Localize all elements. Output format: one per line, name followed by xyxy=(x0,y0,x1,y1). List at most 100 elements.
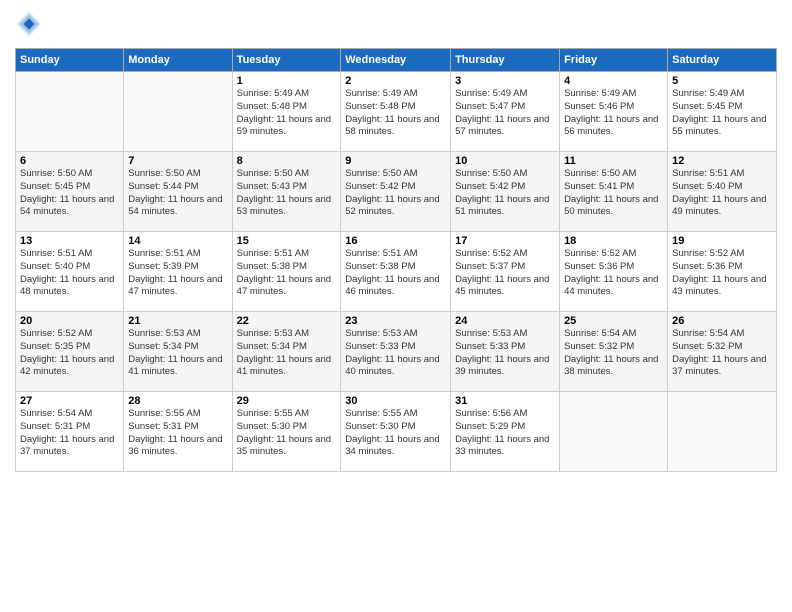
day-info: Sunrise: 5:49 AM Sunset: 5:46 PM Dayligh… xyxy=(564,88,663,139)
weekday-header-tuesday: Tuesday xyxy=(232,49,341,72)
day-info: Sunrise: 5:52 AM Sunset: 5:36 PM Dayligh… xyxy=(564,248,663,299)
day-info: Sunrise: 5:50 AM Sunset: 5:42 PM Dayligh… xyxy=(345,168,446,219)
page-container: SundayMondayTuesdayWednesdayThursdayFrid… xyxy=(0,0,792,612)
day-cell: 11Sunrise: 5:50 AM Sunset: 5:41 PM Dayli… xyxy=(560,152,668,232)
day-cell: 24Sunrise: 5:53 AM Sunset: 5:33 PM Dayli… xyxy=(451,312,560,392)
day-cell: 1Sunrise: 5:49 AM Sunset: 5:48 PM Daylig… xyxy=(232,72,341,152)
day-number: 25 xyxy=(564,315,663,327)
day-number: 18 xyxy=(564,235,663,247)
day-number: 6 xyxy=(20,155,119,167)
day-cell: 10Sunrise: 5:50 AM Sunset: 5:42 PM Dayli… xyxy=(451,152,560,232)
day-number: 10 xyxy=(455,155,555,167)
day-number: 22 xyxy=(237,315,337,327)
day-cell: 26Sunrise: 5:54 AM Sunset: 5:32 PM Dayli… xyxy=(668,312,777,392)
day-info: Sunrise: 5:50 AM Sunset: 5:43 PM Dayligh… xyxy=(237,168,337,219)
day-cell xyxy=(16,72,124,152)
day-cell: 22Sunrise: 5:53 AM Sunset: 5:34 PM Dayli… xyxy=(232,312,341,392)
week-row-3: 13Sunrise: 5:51 AM Sunset: 5:40 PM Dayli… xyxy=(16,232,777,312)
day-cell: 29Sunrise: 5:55 AM Sunset: 5:30 PM Dayli… xyxy=(232,392,341,472)
day-info: Sunrise: 5:51 AM Sunset: 5:38 PM Dayligh… xyxy=(237,248,337,299)
day-info: Sunrise: 5:53 AM Sunset: 5:34 PM Dayligh… xyxy=(128,328,227,379)
day-info: Sunrise: 5:53 AM Sunset: 5:34 PM Dayligh… xyxy=(237,328,337,379)
day-info: Sunrise: 5:50 AM Sunset: 5:42 PM Dayligh… xyxy=(455,168,555,219)
day-info: Sunrise: 5:53 AM Sunset: 5:33 PM Dayligh… xyxy=(345,328,446,379)
day-cell xyxy=(668,392,777,472)
weekday-header-monday: Monday xyxy=(124,49,232,72)
weekday-header-row: SundayMondayTuesdayWednesdayThursdayFrid… xyxy=(16,49,777,72)
day-number: 16 xyxy=(345,235,446,247)
day-number: 31 xyxy=(455,395,555,407)
day-cell: 3Sunrise: 5:49 AM Sunset: 5:47 PM Daylig… xyxy=(451,72,560,152)
day-number: 13 xyxy=(20,235,119,247)
day-number: 15 xyxy=(237,235,337,247)
day-cell: 20Sunrise: 5:52 AM Sunset: 5:35 PM Dayli… xyxy=(16,312,124,392)
day-info: Sunrise: 5:49 AM Sunset: 5:48 PM Dayligh… xyxy=(237,88,337,139)
day-info: Sunrise: 5:51 AM Sunset: 5:38 PM Dayligh… xyxy=(345,248,446,299)
day-cell: 18Sunrise: 5:52 AM Sunset: 5:36 PM Dayli… xyxy=(560,232,668,312)
day-cell xyxy=(124,72,232,152)
logo-icon xyxy=(15,10,43,38)
week-row-5: 27Sunrise: 5:54 AM Sunset: 5:31 PM Dayli… xyxy=(16,392,777,472)
header xyxy=(15,10,777,38)
day-number: 27 xyxy=(20,395,119,407)
day-cell: 17Sunrise: 5:52 AM Sunset: 5:37 PM Dayli… xyxy=(451,232,560,312)
day-info: Sunrise: 5:49 AM Sunset: 5:45 PM Dayligh… xyxy=(672,88,772,139)
weekday-header-saturday: Saturday xyxy=(668,49,777,72)
day-info: Sunrise: 5:55 AM Sunset: 5:30 PM Dayligh… xyxy=(237,408,337,459)
day-cell: 5Sunrise: 5:49 AM Sunset: 5:45 PM Daylig… xyxy=(668,72,777,152)
day-number: 30 xyxy=(345,395,446,407)
day-cell: 21Sunrise: 5:53 AM Sunset: 5:34 PM Dayli… xyxy=(124,312,232,392)
day-info: Sunrise: 5:52 AM Sunset: 5:37 PM Dayligh… xyxy=(455,248,555,299)
day-number: 26 xyxy=(672,315,772,327)
day-number: 19 xyxy=(672,235,772,247)
day-cell: 31Sunrise: 5:56 AM Sunset: 5:29 PM Dayli… xyxy=(451,392,560,472)
day-info: Sunrise: 5:50 AM Sunset: 5:41 PM Dayligh… xyxy=(564,168,663,219)
day-info: Sunrise: 5:51 AM Sunset: 5:39 PM Dayligh… xyxy=(128,248,227,299)
day-cell: 6Sunrise: 5:50 AM Sunset: 5:45 PM Daylig… xyxy=(16,152,124,232)
day-cell: 25Sunrise: 5:54 AM Sunset: 5:32 PM Dayli… xyxy=(560,312,668,392)
day-number: 24 xyxy=(455,315,555,327)
day-cell: 13Sunrise: 5:51 AM Sunset: 5:40 PM Dayli… xyxy=(16,232,124,312)
day-info: Sunrise: 5:51 AM Sunset: 5:40 PM Dayligh… xyxy=(20,248,119,299)
day-number: 14 xyxy=(128,235,227,247)
day-number: 23 xyxy=(345,315,446,327)
day-cell: 19Sunrise: 5:52 AM Sunset: 5:36 PM Dayli… xyxy=(668,232,777,312)
day-info: Sunrise: 5:56 AM Sunset: 5:29 PM Dayligh… xyxy=(455,408,555,459)
day-number: 11 xyxy=(564,155,663,167)
weekday-header-friday: Friday xyxy=(560,49,668,72)
day-cell: 28Sunrise: 5:55 AM Sunset: 5:31 PM Dayli… xyxy=(124,392,232,472)
day-cell: 14Sunrise: 5:51 AM Sunset: 5:39 PM Dayli… xyxy=(124,232,232,312)
weekday-header-thursday: Thursday xyxy=(451,49,560,72)
calendar-table: SundayMondayTuesdayWednesdayThursdayFrid… xyxy=(15,48,777,472)
day-info: Sunrise: 5:54 AM Sunset: 5:32 PM Dayligh… xyxy=(564,328,663,379)
day-info: Sunrise: 5:50 AM Sunset: 5:44 PM Dayligh… xyxy=(128,168,227,219)
day-cell: 16Sunrise: 5:51 AM Sunset: 5:38 PM Dayli… xyxy=(341,232,451,312)
day-cell: 7Sunrise: 5:50 AM Sunset: 5:44 PM Daylig… xyxy=(124,152,232,232)
day-info: Sunrise: 5:54 AM Sunset: 5:32 PM Dayligh… xyxy=(672,328,772,379)
weekday-header-sunday: Sunday xyxy=(16,49,124,72)
day-number: 12 xyxy=(672,155,772,167)
logo xyxy=(15,10,47,38)
day-info: Sunrise: 5:49 AM Sunset: 5:48 PM Dayligh… xyxy=(345,88,446,139)
day-number: 7 xyxy=(128,155,227,167)
week-row-4: 20Sunrise: 5:52 AM Sunset: 5:35 PM Dayli… xyxy=(16,312,777,392)
day-cell: 30Sunrise: 5:55 AM Sunset: 5:30 PM Dayli… xyxy=(341,392,451,472)
day-number: 5 xyxy=(672,75,772,87)
day-info: Sunrise: 5:52 AM Sunset: 5:35 PM Dayligh… xyxy=(20,328,119,379)
day-cell: 4Sunrise: 5:49 AM Sunset: 5:46 PM Daylig… xyxy=(560,72,668,152)
day-info: Sunrise: 5:51 AM Sunset: 5:40 PM Dayligh… xyxy=(672,168,772,219)
day-cell: 9Sunrise: 5:50 AM Sunset: 5:42 PM Daylig… xyxy=(341,152,451,232)
day-cell: 27Sunrise: 5:54 AM Sunset: 5:31 PM Dayli… xyxy=(16,392,124,472)
day-number: 21 xyxy=(128,315,227,327)
day-number: 3 xyxy=(455,75,555,87)
day-cell xyxy=(560,392,668,472)
day-cell: 15Sunrise: 5:51 AM Sunset: 5:38 PM Dayli… xyxy=(232,232,341,312)
day-cell: 2Sunrise: 5:49 AM Sunset: 5:48 PM Daylig… xyxy=(341,72,451,152)
weekday-header-wednesday: Wednesday xyxy=(341,49,451,72)
day-number: 2 xyxy=(345,75,446,87)
day-number: 20 xyxy=(20,315,119,327)
day-cell: 23Sunrise: 5:53 AM Sunset: 5:33 PM Dayli… xyxy=(341,312,451,392)
day-info: Sunrise: 5:53 AM Sunset: 5:33 PM Dayligh… xyxy=(455,328,555,379)
day-info: Sunrise: 5:55 AM Sunset: 5:31 PM Dayligh… xyxy=(128,408,227,459)
day-cell: 8Sunrise: 5:50 AM Sunset: 5:43 PM Daylig… xyxy=(232,152,341,232)
